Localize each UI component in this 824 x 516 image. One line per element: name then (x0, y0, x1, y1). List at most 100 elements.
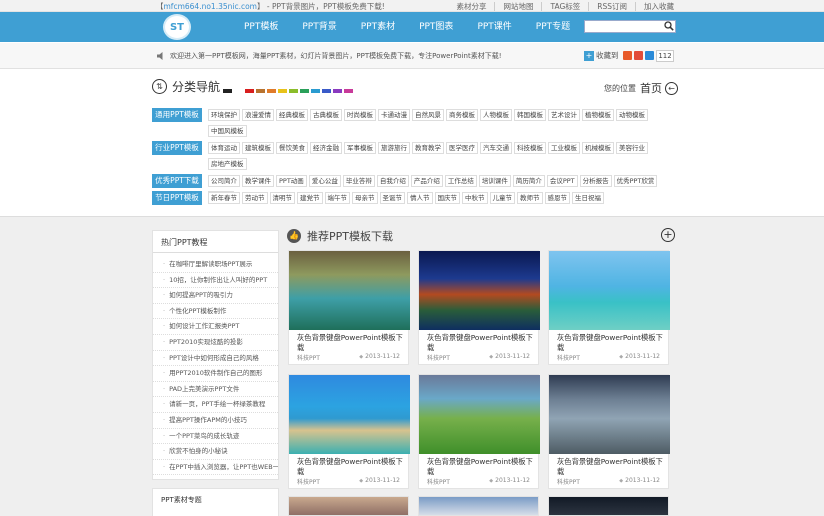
category-tag[interactable]: 劳动节 (242, 192, 268, 204)
category-tag[interactable]: 工业模板 (548, 142, 580, 154)
category-tag[interactable]: 优秀PPT欣赏 (613, 175, 658, 187)
category-tag[interactable]: 爱心公益 (308, 175, 341, 187)
category-tag[interactable]: 儿童节 (489, 192, 515, 204)
template-thumbnail[interactable] (289, 375, 410, 454)
category-tag[interactable]: 汽车交通 (480, 142, 512, 154)
partial-thumbnail[interactable] (548, 496, 669, 516)
color-swatch[interactable] (234, 89, 243, 93)
share-qzone-icon[interactable] (622, 51, 632, 60)
color-swatch[interactable] (344, 89, 353, 93)
category-tag[interactable]: 端午节 (324, 192, 350, 204)
category-tag[interactable]: 中秋节 (462, 192, 488, 204)
sidebar-item[interactable]: 一个PPT菜鸟的成长轨迹 (153, 429, 278, 445)
category-tag[interactable]: 生日祝福 (572, 192, 604, 204)
sidebar-item[interactable]: 用PPT2010软件制作自己的图形 (153, 366, 278, 382)
category-tag[interactable]: 培训课件 (478, 175, 511, 187)
share-weibo-icon[interactable] (633, 51, 643, 60)
template-thumbnail[interactable] (289, 251, 410, 330)
category-tag[interactable]: 圣诞节 (379, 192, 405, 204)
category-label-general[interactable]: 通用PPT模板 (152, 108, 202, 122)
category-tag[interactable]: 餐饮美食 (276, 142, 308, 154)
color-swatch[interactable] (333, 89, 342, 93)
category-tag[interactable]: 动物模板 (616, 109, 648, 121)
template-caption[interactable]: 灰色背景键盘PowerPoint模板下载 (549, 330, 668, 353)
template-thumbnail[interactable] (549, 251, 670, 330)
category-label-excellent[interactable]: 优秀PPT下载 (152, 174, 202, 188)
template-thumbnail[interactable] (549, 375, 670, 454)
template-caption[interactable]: 灰色背景键盘PowerPoint模板下载 (419, 454, 538, 477)
color-swatch[interactable] (245, 89, 254, 93)
top-link-rss[interactable]: RSS订阅 (588, 2, 627, 11)
sidebar-item[interactable]: 个性化PPT模板制作 (153, 304, 278, 320)
template-thumbnail[interactable] (419, 375, 540, 454)
sidebar-item[interactable]: PAD上完美演示PPT文件 (153, 382, 278, 398)
nav-ppt-courseware[interactable]: PPT课件 (465, 12, 523, 42)
template-category[interactable]: 科技PPT (557, 477, 580, 486)
category-tag[interactable]: 情人节 (407, 192, 433, 204)
category-tag[interactable]: 浪漫爱情 (242, 109, 274, 121)
nav-ppt-templates[interactable]: PPT模板 (232, 12, 290, 42)
template-category[interactable]: 科技PPT (297, 477, 320, 486)
site-domain-link[interactable]: mfcm664.no1.35nic.com (164, 2, 257, 11)
partial-thumbnail[interactable] (288, 496, 409, 516)
sidebar-item[interactable]: 在PPT中插入浏览器，让PPT也WEB一一一 (153, 460, 278, 476)
back-arrow-icon[interactable]: ← (665, 81, 678, 95)
category-tag[interactable]: 植物模板 (582, 109, 614, 121)
template-category[interactable]: 科技PPT (427, 477, 450, 486)
category-tag[interactable]: 新年春节 (208, 192, 240, 204)
category-tag[interactable]: 自然风景 (412, 109, 444, 121)
category-tag[interactable]: 中国风模板 (208, 125, 247, 137)
category-tag[interactable]: 经济金融 (310, 142, 342, 154)
template-category[interactable]: 科技PPT (557, 353, 580, 362)
color-swatch[interactable] (278, 89, 287, 93)
sidebar-item[interactable]: 在咖啡厅里解读职场PPT展示 (153, 257, 278, 273)
category-tag[interactable]: 毕业答辩 (342, 175, 375, 187)
category-tag[interactable]: 古典模板 (310, 109, 342, 121)
nav-ppt-topics[interactable]: PPT专题 (524, 12, 582, 42)
top-link-share[interactable]: 素材分享 (448, 2, 486, 11)
category-tag[interactable]: 简历简介 (512, 175, 545, 187)
category-tag[interactable]: 公司简介 (208, 175, 240, 187)
sidebar-item[interactable]: 欣赏不怕身的小秘诀 (153, 444, 278, 460)
category-tag[interactable]: 清明节 (269, 192, 295, 204)
nav-ppt-charts[interactable]: PPT图表 (407, 12, 465, 42)
category-label-festival[interactable]: 节日PPT模板 (152, 191, 202, 205)
template-card[interactable]: 灰色背景键盘PowerPoint模板下载科技PPT 2013-11-12 (418, 374, 540, 489)
category-tag[interactable]: 经典模板 (276, 109, 308, 121)
color-swatch[interactable] (289, 89, 298, 93)
category-tag[interactable]: 医学医疗 (446, 142, 478, 154)
template-caption[interactable]: 灰色背景键盘PowerPoint模板下载 (419, 330, 538, 353)
top-link-sitemap[interactable]: 网站地图 (494, 2, 534, 11)
category-tag[interactable]: 感恩节 (544, 192, 570, 204)
template-card[interactable]: 灰色背景键盘PowerPoint模板下载科技PPT 2013-11-12 (548, 374, 670, 489)
category-tag[interactable]: 产品介绍 (410, 175, 443, 187)
more-plus-icon[interactable]: + (661, 228, 675, 242)
share-plus-icon[interactable]: + (584, 50, 594, 61)
category-tag[interactable]: 自我介绍 (376, 175, 409, 187)
category-tag[interactable]: 旅游旅行 (378, 142, 410, 154)
category-tag[interactable]: 工作总结 (444, 175, 477, 187)
partial-thumbnail[interactable] (418, 496, 539, 516)
category-tag[interactable]: 时尚模板 (344, 109, 376, 121)
template-card[interactable]: 灰色背景键盘PowerPoint模板下载科技PPT 2013-11-12 (288, 374, 410, 489)
template-caption[interactable]: 灰色背景键盘PowerPoint模板下载 (289, 330, 408, 353)
color-swatch[interactable] (311, 89, 320, 93)
category-tag[interactable]: 教学课件 (242, 175, 274, 187)
search-icon[interactable] (664, 21, 674, 31)
category-tag[interactable]: 人物模板 (480, 109, 512, 121)
category-tag[interactable]: 教育教学 (412, 142, 444, 154)
template-caption[interactable]: 灰色背景键盘PowerPoint模板下载 (289, 454, 408, 477)
template-card[interactable]: 灰色背景键盘PowerPoint模板下载科技PPT 2013-11-12 (548, 250, 670, 365)
sidebar-item[interactable]: PPT2010实现炫酷的投影 (153, 335, 278, 351)
template-category[interactable]: 科技PPT (297, 353, 320, 362)
sidebar-item[interactable]: 如何提高PPT的吸引力 (153, 288, 278, 304)
sidebar-item[interactable]: PPT设计中如何形成自己的风格 (153, 351, 278, 367)
template-caption[interactable]: 灰色背景键盘PowerPoint模板下载 (549, 454, 668, 477)
template-thumbnail[interactable] (419, 251, 540, 330)
color-swatch[interactable] (322, 89, 331, 93)
category-tag[interactable]: 商务模板 (446, 109, 478, 121)
category-tag[interactable]: 体育运动 (208, 142, 240, 154)
category-tag[interactable]: 军事模板 (344, 142, 376, 154)
category-tag[interactable]: 环境保护 (208, 109, 240, 121)
category-tag[interactable]: 机械模板 (582, 142, 614, 154)
